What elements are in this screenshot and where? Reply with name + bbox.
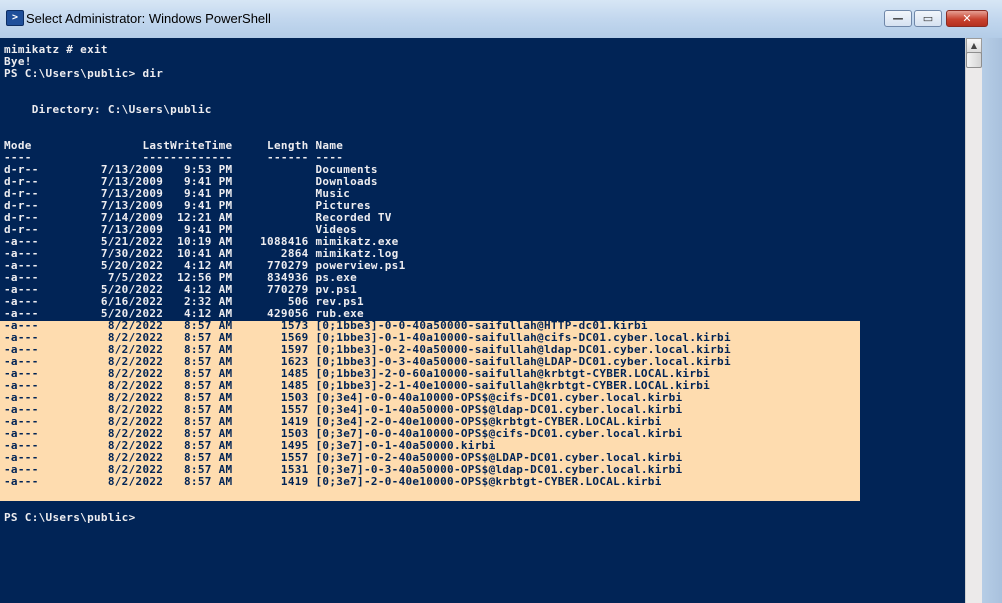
console-line: PS C:\Users\public>: [4, 511, 136, 524]
console-text[interactable]: mimikatz # exit Bye! PS C:\Users\public>…: [4, 44, 731, 524]
close-button[interactable]: ✕: [946, 10, 988, 27]
console-line: Directory: C:\Users\public: [4, 103, 212, 116]
console-line: -a--- 8/2/2022 8:57 AM 1419 [0;3e7]-2-0-…: [4, 475, 662, 488]
scrollbar-thumb[interactable]: [966, 52, 982, 68]
minimize-button[interactable]: —: [884, 10, 912, 27]
title-bar[interactable]: > Select Administrator: Windows PowerShe…: [0, 0, 1002, 38]
powershell-window: > Select Administrator: Windows PowerShe…: [0, 0, 1002, 603]
vertical-scrollbar[interactable]: ▲: [965, 38, 982, 603]
maximize-button[interactable]: ▭: [914, 10, 942, 27]
window-title: Select Administrator: Windows PowerShell: [26, 11, 271, 26]
console-line: PS C:\Users\public> dir: [4, 67, 164, 80]
console-output-area[interactable]: mimikatz # exit Bye! PS C:\Users\public>…: [0, 38, 965, 603]
powershell-icon: >: [6, 10, 24, 26]
window-frame-right: [982, 38, 1002, 603]
